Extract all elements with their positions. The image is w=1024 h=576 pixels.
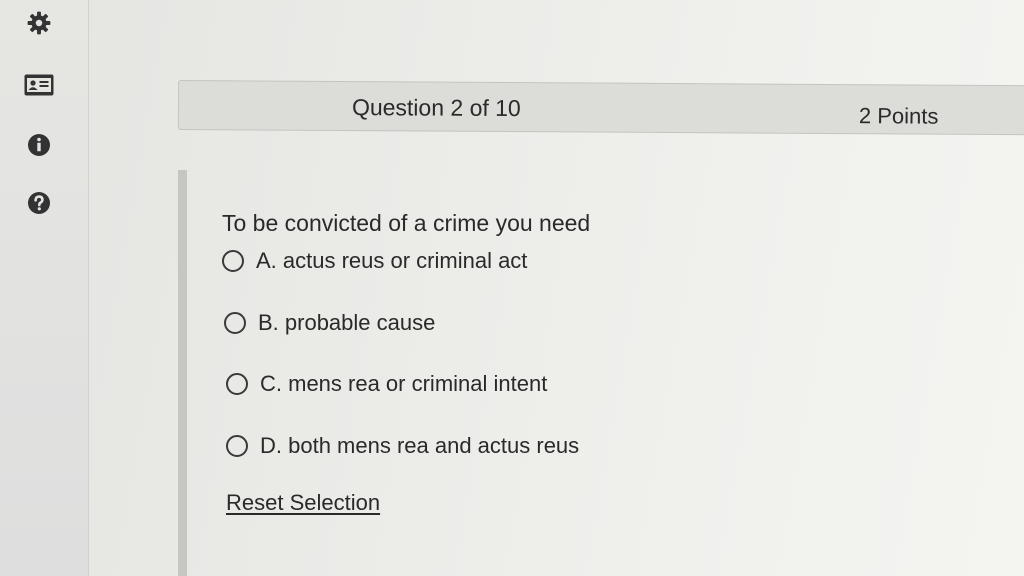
info-icon[interactable] [24, 130, 54, 160]
radio-button[interactable] [226, 373, 248, 395]
question-prompt: To be convicted of a crime you need [222, 210, 591, 236]
id-card-icon[interactable] [24, 70, 54, 100]
content-divider [178, 170, 187, 576]
option-label: D. both mens rea and actus reus [260, 433, 580, 458]
option-label: A. actus reus or criminal act [256, 248, 528, 273]
option-c[interactable]: C. mens rea or criminal intent [226, 371, 547, 397]
option-label: B. probable cause [258, 310, 436, 335]
sidebar [0, 0, 89, 576]
question-header: Question 2 of 10 2 Points [177, 80, 1024, 136]
option-b[interactable]: B. probable cause [224, 310, 435, 336]
help-icon[interactable] [24, 188, 54, 218]
option-a[interactable]: A. actus reus or criminal act [222, 248, 527, 274]
gear-icon[interactable] [24, 8, 54, 38]
radio-button[interactable] [224, 312, 246, 334]
radio-button[interactable] [222, 250, 244, 272]
question-number: Question 2 of 10 [351, 94, 521, 122]
option-d[interactable]: D. both mens rea and actus reus [226, 433, 579, 459]
question-points: 2 Points [858, 103, 939, 129]
radio-button[interactable] [226, 435, 248, 457]
reset-selection-link[interactable]: Reset Selection [226, 490, 380, 516]
option-label: C. mens rea or criminal intent [260, 371, 548, 396]
